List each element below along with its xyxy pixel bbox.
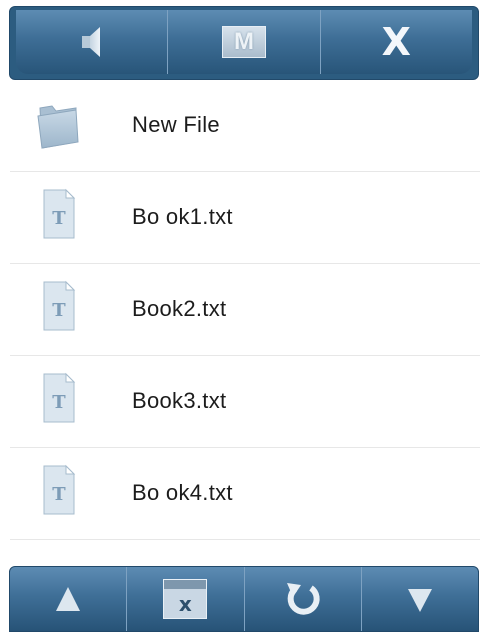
list-item-label: Bo ok1.txt	[132, 204, 233, 229]
menu-glyph: M	[233, 28, 254, 55]
text-file-icon: T	[43, 464, 76, 515]
svg-text:T: T	[52, 300, 66, 321]
list-item-book4[interactable]: T Bo ok4.txt	[10, 448, 480, 540]
list-item-book1[interactable]: T Bo ok1.txt	[10, 172, 480, 264]
svg-text:T: T	[52, 208, 66, 229]
menu-button[interactable]: M	[167, 10, 319, 74]
speaker-icon	[81, 27, 100, 57]
arrow-up-icon	[56, 587, 81, 611]
folder-icon	[37, 105, 79, 149]
list-item-label: Bo ok4.txt	[132, 480, 233, 505]
list-item-label: Book2.txt	[132, 296, 227, 321]
menu-icon: M	[221, 26, 266, 58]
list-item-book3[interactable]: T Book3.txt	[10, 356, 480, 448]
list-item-folder[interactable]: New File	[10, 80, 480, 172]
delete-button[interactable]: x	[126, 567, 243, 631]
list-item-book2[interactable]: T Book2.txt	[10, 264, 480, 356]
list-item-label: New File	[132, 112, 220, 137]
svg-text:T: T	[52, 484, 66, 505]
svg-text:T: T	[52, 392, 66, 413]
speaker-button[interactable]	[16, 10, 167, 74]
text-file-icon: T	[43, 188, 76, 239]
close-button[interactable]: X	[319, 10, 472, 74]
refresh-button[interactable]	[243, 567, 361, 631]
close-window-glyph: x	[178, 592, 192, 616]
refresh-icon	[286, 583, 320, 615]
scroll-up-button[interactable]	[10, 567, 126, 631]
scroll-down-button[interactable]	[360, 567, 478, 631]
text-file-icon: T	[43, 372, 76, 423]
close-icon: X	[381, 20, 411, 64]
close-window-icon: x	[163, 579, 208, 619]
bottom-toolbar: x	[9, 566, 479, 632]
text-file-icon: T	[43, 280, 76, 331]
list-item-label: Book3.txt	[132, 388, 227, 413]
arrow-down-icon	[407, 589, 432, 612]
file-list: New File T Bo ok1.txt T Book2.txt T Book…	[10, 80, 480, 540]
top-toolbar-panel: M X	[16, 10, 472, 74]
top-toolbar: M X	[9, 6, 479, 80]
